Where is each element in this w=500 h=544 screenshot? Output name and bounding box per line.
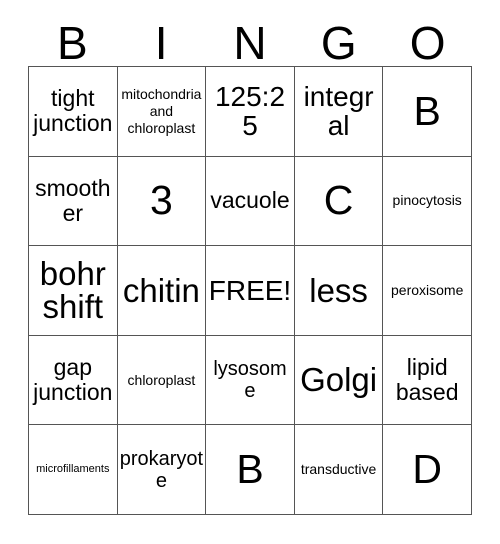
bingo-cell-label: lipid based xyxy=(395,354,459,406)
bingo-cell[interactable]: integral xyxy=(294,67,384,157)
bingo-cell-label: B xyxy=(413,87,441,134)
bingo-cell-label: lysosome xyxy=(213,358,287,403)
bingo-cell-label: gap junction xyxy=(33,354,113,406)
bingo-header-letter-g: G xyxy=(320,17,357,69)
bingo-cell[interactable]: Golgi xyxy=(294,335,384,426)
bingo-cell-label: transductive xyxy=(300,461,377,478)
bingo-cell-label: Golgi xyxy=(300,361,378,399)
bingo-cell-free[interactable]: FREE! xyxy=(206,246,295,336)
bingo-cell-label: smoother xyxy=(35,175,111,226)
bingo-cell-label: mitochondria and chloroplast xyxy=(121,86,202,136)
bingo-cell-label: integral xyxy=(303,81,374,142)
bingo-cell[interactable]: 3 xyxy=(117,156,207,247)
bingo-cell-label: D xyxy=(412,446,442,493)
bingo-cell[interactable]: mitochondria and chloroplast xyxy=(117,67,207,157)
bingo-cell[interactable]: lipid based xyxy=(383,335,472,426)
bingo-cell[interactable]: B xyxy=(206,425,295,515)
bingo-cell-label: peroxisome xyxy=(391,282,464,299)
bingo-cell-label: FREE! xyxy=(208,274,292,306)
bingo-card: B I N G O tight junction mitochondria and… xyxy=(0,0,500,544)
bingo-cell[interactable]: microfillaments xyxy=(29,425,118,515)
bingo-cell[interactable]: pinocytosis xyxy=(383,156,472,247)
bingo-cell[interactable]: smoother xyxy=(29,156,118,247)
bingo-cell[interactable]: C xyxy=(294,156,384,247)
bingo-cell-label: pinocytosis xyxy=(392,192,462,209)
bingo-cell-label: chitin xyxy=(122,271,200,309)
bingo-header-letter-b: B xyxy=(57,17,88,69)
bingo-cell[interactable]: vacuole xyxy=(206,156,295,247)
bingo-cell[interactable]: chloroplast xyxy=(117,335,207,426)
bingo-cell-label: C xyxy=(323,177,354,224)
bingo-cell[interactable]: chitin xyxy=(117,246,207,336)
bingo-cell[interactable]: gap junction xyxy=(29,335,118,426)
bingo-cell-label: tight junction xyxy=(33,85,113,137)
bingo-cell[interactable]: 125:25 xyxy=(206,67,295,157)
bingo-cell-label: microfillaments xyxy=(36,462,110,475)
bingo-header-letter-i: I xyxy=(154,17,168,69)
bingo-header-letter-n: N xyxy=(233,17,267,69)
bingo-cell-label: bohr shift xyxy=(39,254,106,326)
bingo-cell-label: less xyxy=(309,271,368,309)
bingo-cell-label: chloroplast xyxy=(127,371,196,388)
bingo-header-row: B I N G O xyxy=(28,14,472,66)
bingo-cell[interactable]: B xyxy=(383,67,472,157)
bingo-cell[interactable]: transductive xyxy=(294,425,384,515)
bingo-cell[interactable]: D xyxy=(383,425,472,515)
bingo-cell[interactable]: peroxisome xyxy=(383,246,472,336)
bingo-cell[interactable]: prokaryote xyxy=(117,425,207,515)
bingo-cell-label: vacuole xyxy=(210,187,290,214)
bingo-cell[interactable]: tight junction xyxy=(29,67,118,157)
bingo-header-letter-o: O xyxy=(409,17,446,69)
bingo-cell-label: B xyxy=(236,446,264,493)
bingo-cell-label: 3 xyxy=(149,177,173,224)
bingo-cell-label: prokaryote xyxy=(119,447,204,492)
bingo-cell[interactable]: bohr shift xyxy=(29,246,118,336)
bingo-cell[interactable]: less xyxy=(294,246,384,336)
bingo-grid: tight junction mitochondria and chloropla… xyxy=(28,66,472,515)
bingo-cell[interactable]: lysosome xyxy=(206,335,295,426)
bingo-cell-label: 125:25 xyxy=(214,81,286,142)
